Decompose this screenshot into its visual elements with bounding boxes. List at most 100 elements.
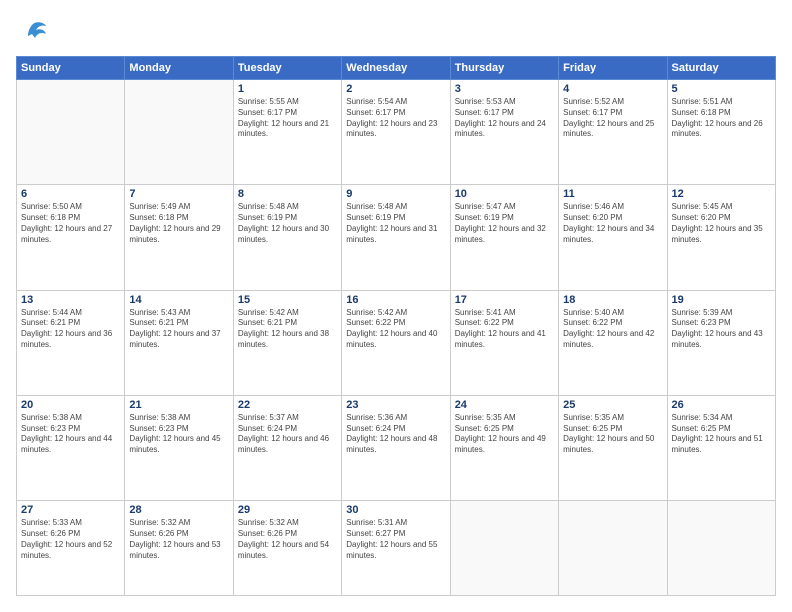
day-info: Sunrise: 5:32 AM Sunset: 6:26 PM Dayligh… (238, 518, 337, 561)
day-number: 10 (455, 188, 554, 200)
weekday-header-tuesday: Tuesday (233, 57, 341, 80)
weekday-header-sunday: Sunday (17, 57, 125, 80)
day-number: 22 (238, 399, 337, 411)
day-number: 24 (455, 399, 554, 411)
day-number: 11 (563, 188, 662, 200)
day-number: 16 (346, 294, 445, 306)
day-info: Sunrise: 5:53 AM Sunset: 6:17 PM Dayligh… (455, 97, 554, 140)
day-number: 12 (672, 188, 771, 200)
calendar-cell: 6Sunrise: 5:50 AM Sunset: 6:18 PM Daylig… (17, 185, 125, 290)
day-info: Sunrise: 5:39 AM Sunset: 6:23 PM Dayligh… (672, 308, 771, 351)
day-info: Sunrise: 5:32 AM Sunset: 6:26 PM Dayligh… (129, 518, 228, 561)
calendar-cell: 20 Sunrise: 5:38 AM Sunset: 6:23 PM Dayli… (17, 395, 125, 500)
calendar-cell: 30Sunrise: 5:31 AM Sunset: 6:27 PM Dayli… (342, 501, 450, 596)
calendar-cell (125, 80, 233, 185)
day-number: 3 (455, 83, 554, 95)
calendar-cell: 23 Sunrise: 5:36 AM Sunset: 6:24 PM Dayli… (342, 395, 450, 500)
day-info: Sunrise: 5:43 AM Sunset: 6:21 PM Dayligh… (129, 308, 228, 351)
day-number: 23 (346, 399, 445, 411)
calendar-cell: 24 Sunrise: 5:35 AM Sunset: 6:25 PM Dayli… (450, 395, 558, 500)
day-number: 13 (21, 294, 120, 306)
day-info: Sunrise: 5:31 AM Sunset: 6:27 PM Dayligh… (346, 518, 445, 561)
day-number: 29 (238, 504, 337, 516)
calendar-cell: 15Sunrise: 5:42 AM Sunset: 6:21 PM Dayli… (233, 290, 341, 395)
calendar-cell: 18 Sunrise: 5:40 AM Sunset: 6:22 PM Dayli… (559, 290, 667, 395)
calendar-cell: 13 Sunrise: 5:44 AM Sunset: 6:21 PM Dayli… (17, 290, 125, 395)
day-info: Sunrise: 5:45 AM Sunset: 6:20 PM Dayligh… (672, 202, 771, 245)
calendar-cell: 7 Sunrise: 5:49 AM Sunset: 6:18 PM Daylig… (125, 185, 233, 290)
day-number: 28 (129, 504, 228, 516)
header (16, 16, 776, 46)
day-number: 8 (238, 188, 337, 200)
calendar-cell: 8 Sunrise: 5:48 AM Sunset: 6:19 PM Daylig… (233, 185, 341, 290)
day-number: 5 (672, 83, 771, 95)
day-info: Sunrise: 5:54 AM Sunset: 6:17 PM Dayligh… (346, 97, 445, 140)
calendar-cell: 25 Sunrise: 5:35 AM Sunset: 6:25 PM Dayli… (559, 395, 667, 500)
day-info: Sunrise: 5:42 AM Sunset: 6:21 PM Dayligh… (238, 308, 337, 351)
day-number: 14 (129, 294, 228, 306)
calendar-cell: 4Sunrise: 5:52 AM Sunset: 6:17 PM Daylig… (559, 80, 667, 185)
weekday-header-saturday: Saturday (667, 57, 775, 80)
calendar-cell: 29 Sunrise: 5:32 AM Sunset: 6:26 PM Dayli… (233, 501, 341, 596)
weekday-header-thursday: Thursday (450, 57, 558, 80)
day-info: Sunrise: 5:44 AM Sunset: 6:21 PM Dayligh… (21, 308, 120, 351)
calendar-cell: 26 Sunrise: 5:34 AM Sunset: 6:25 PM Dayli… (667, 395, 775, 500)
week-row-4: 20 Sunrise: 5:38 AM Sunset: 6:23 PM Dayli… (17, 395, 776, 500)
day-number: 27 (21, 504, 120, 516)
day-info: Sunrise: 5:33 AM Sunset: 6:26 PM Dayligh… (21, 518, 120, 561)
calendar-cell: 10 Sunrise: 5:47 AM Sunset: 6:19 PM Dayli… (450, 185, 558, 290)
day-info: Sunrise: 5:48 AM Sunset: 6:19 PM Dayligh… (238, 202, 337, 245)
day-number: 2 (346, 83, 445, 95)
calendar-cell: 21 Sunrise: 5:38 AM Sunset: 6:23 PM Dayli… (125, 395, 233, 500)
day-info: Sunrise: 5:49 AM Sunset: 6:18 PM Dayligh… (129, 202, 228, 245)
day-number: 7 (129, 188, 228, 200)
day-info: Sunrise: 5:51 AM Sunset: 6:18 PM Dayligh… (672, 97, 771, 140)
calendar-cell: 17Sunrise: 5:41 AM Sunset: 6:22 PM Dayli… (450, 290, 558, 395)
day-number: 6 (21, 188, 120, 200)
page: SundayMondayTuesdayWednesdayThursdayFrid… (0, 0, 792, 612)
day-number: 9 (346, 188, 445, 200)
day-info: Sunrise: 5:34 AM Sunset: 6:25 PM Dayligh… (672, 413, 771, 456)
calendar-cell: 11 Sunrise: 5:46 AM Sunset: 6:20 PM Dayli… (559, 185, 667, 290)
logo-bird-icon (18, 16, 48, 46)
week-row-2: 6Sunrise: 5:50 AM Sunset: 6:18 PM Daylig… (17, 185, 776, 290)
day-info: Sunrise: 5:38 AM Sunset: 6:23 PM Dayligh… (129, 413, 228, 456)
calendar-cell (559, 501, 667, 596)
calendar-cell: 9 Sunrise: 5:48 AM Sunset: 6:19 PM Daylig… (342, 185, 450, 290)
day-number: 18 (563, 294, 662, 306)
day-number: 20 (21, 399, 120, 411)
day-info: Sunrise: 5:46 AM Sunset: 6:20 PM Dayligh… (563, 202, 662, 245)
day-number: 19 (672, 294, 771, 306)
day-info: Sunrise: 5:48 AM Sunset: 6:19 PM Dayligh… (346, 202, 445, 245)
calendar-cell: 3 Sunrise: 5:53 AM Sunset: 6:17 PM Daylig… (450, 80, 558, 185)
weekday-header-friday: Friday (559, 57, 667, 80)
calendar-cell: 16 Sunrise: 5:42 AM Sunset: 6:22 PM Dayli… (342, 290, 450, 395)
day-info: Sunrise: 5:55 AM Sunset: 6:17 PM Dayligh… (238, 97, 337, 140)
calendar-table: SundayMondayTuesdayWednesdayThursdayFrid… (16, 56, 776, 596)
day-number: 4 (563, 83, 662, 95)
day-info: Sunrise: 5:42 AM Sunset: 6:22 PM Dayligh… (346, 308, 445, 351)
day-info: Sunrise: 5:35 AM Sunset: 6:25 PM Dayligh… (455, 413, 554, 456)
weekday-header-wednesday: Wednesday (342, 57, 450, 80)
week-row-1: 1Sunrise: 5:55 AM Sunset: 6:17 PM Daylig… (17, 80, 776, 185)
calendar-cell: 28 Sunrise: 5:32 AM Sunset: 6:26 PM Dayli… (125, 501, 233, 596)
day-info: Sunrise: 5:47 AM Sunset: 6:19 PM Dayligh… (455, 202, 554, 245)
day-info: Sunrise: 5:35 AM Sunset: 6:25 PM Dayligh… (563, 413, 662, 456)
weekday-header-row: SundayMondayTuesdayWednesdayThursdayFrid… (17, 57, 776, 80)
day-number: 21 (129, 399, 228, 411)
day-info: Sunrise: 5:36 AM Sunset: 6:24 PM Dayligh… (346, 413, 445, 456)
week-row-3: 13 Sunrise: 5:44 AM Sunset: 6:21 PM Dayli… (17, 290, 776, 395)
calendar-cell: 22 Sunrise: 5:37 AM Sunset: 6:24 PM Dayli… (233, 395, 341, 500)
day-number: 25 (563, 399, 662, 411)
day-info: Sunrise: 5:37 AM Sunset: 6:24 PM Dayligh… (238, 413, 337, 456)
calendar-cell (667, 501, 775, 596)
weekday-header-monday: Monday (125, 57, 233, 80)
calendar-cell: 19 Sunrise: 5:39 AM Sunset: 6:23 PM Dayli… (667, 290, 775, 395)
calendar-cell: 1Sunrise: 5:55 AM Sunset: 6:17 PM Daylig… (233, 80, 341, 185)
week-row-5: 27 Sunrise: 5:33 AM Sunset: 6:26 PM Dayli… (17, 501, 776, 596)
day-info: Sunrise: 5:40 AM Sunset: 6:22 PM Dayligh… (563, 308, 662, 351)
calendar-cell: 14 Sunrise: 5:43 AM Sunset: 6:21 PM Dayli… (125, 290, 233, 395)
day-info: Sunrise: 5:38 AM Sunset: 6:23 PM Dayligh… (21, 413, 120, 456)
day-number: 26 (672, 399, 771, 411)
calendar-cell: 2 Sunrise: 5:54 AM Sunset: 6:17 PM Daylig… (342, 80, 450, 185)
